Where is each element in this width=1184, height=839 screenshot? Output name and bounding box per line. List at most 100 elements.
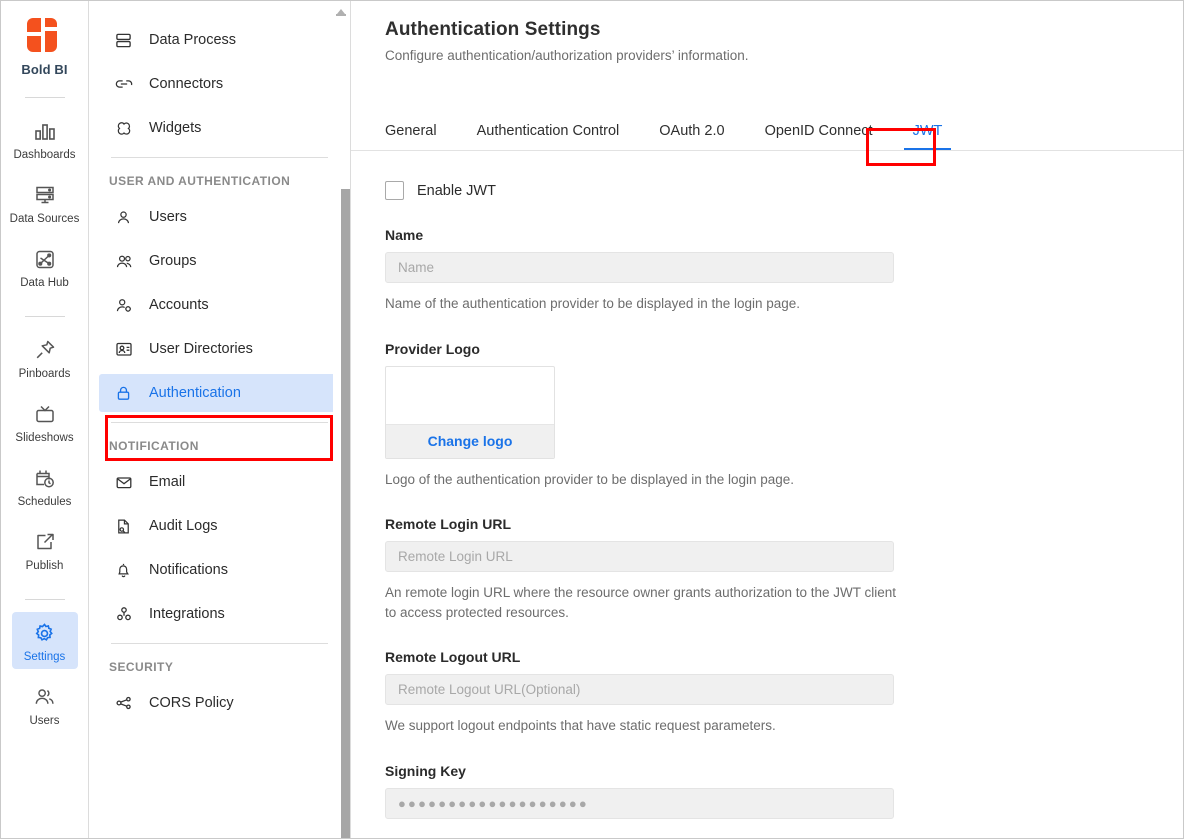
signing-key-input[interactable]: ●●●●●●●●●●●●●●●●●●● bbox=[385, 788, 894, 819]
signing-key-masked-value: ●●●●●●●●●●●●●●●●●●● bbox=[398, 796, 589, 811]
jwt-settings-form: Enable JWT Name Name Name of the authent… bbox=[385, 151, 1183, 819]
menu-item-authentication[interactable]: Authentication bbox=[99, 374, 340, 412]
tab-bar: General Authentication Control OAuth 2.0… bbox=[385, 109, 1183, 151]
name-input[interactable]: Name bbox=[385, 252, 894, 283]
menu-item-data-process[interactable]: Data Process bbox=[99, 21, 340, 59]
menu-item-audit-logs[interactable]: Audit Logs bbox=[99, 507, 340, 545]
remote-logout-url-help-text: We support logout endpoints that have st… bbox=[385, 716, 905, 736]
page-subtitle: Configure authentication/authorization p… bbox=[385, 48, 1183, 63]
provider-logo-preview bbox=[386, 367, 554, 424]
settings-menu-panel: Data Process Connectors Widgets bbox=[89, 1, 351, 838]
menu-item-groups[interactable]: Groups bbox=[99, 242, 340, 280]
link-icon bbox=[115, 74, 137, 94]
rail-label: Dashboards bbox=[13, 149, 75, 161]
tab-general[interactable]: General bbox=[385, 123, 437, 151]
tab-jwt[interactable]: JWT bbox=[913, 123, 943, 151]
menu-item-label: User Directories bbox=[149, 341, 253, 357]
menu-item-label: Data Process bbox=[149, 32, 236, 48]
tab-openid-connect[interactable]: OpenID Connect bbox=[765, 123, 873, 151]
name-help-text: Name of the authentication provider to b… bbox=[385, 294, 905, 314]
cors-icon bbox=[115, 693, 137, 713]
menu-item-widgets[interactable]: Widgets bbox=[99, 109, 340, 147]
rail-label: Slideshows bbox=[15, 432, 73, 444]
provider-logo-help-text: Logo of the authentication provider to b… bbox=[385, 470, 905, 490]
brand-label: Bold BI bbox=[21, 62, 67, 77]
account-gear-icon bbox=[115, 295, 137, 315]
rail-item-slideshows[interactable]: Slideshows bbox=[12, 393, 78, 450]
menu-item-label: Users bbox=[149, 209, 187, 225]
tab-oauth-2[interactable]: OAuth 2.0 bbox=[659, 123, 724, 151]
pin-icon bbox=[34, 337, 56, 363]
rail-divider-1 bbox=[25, 97, 65, 98]
widgets-icon bbox=[115, 118, 137, 138]
mail-icon bbox=[115, 472, 137, 492]
menu-item-connectors[interactable]: Connectors bbox=[99, 65, 340, 103]
menu-group-user-and-authentication: USER AND AUTHENTICATION bbox=[89, 162, 350, 192]
rail-label: Users bbox=[29, 715, 59, 727]
users-icon bbox=[33, 684, 56, 710]
main-content: Authentication Settings Configure authen… bbox=[351, 1, 1183, 838]
menu-item-notifications[interactable]: Notifications bbox=[99, 551, 340, 589]
menu-item-label: Integrations bbox=[149, 606, 225, 622]
menu-divider-2 bbox=[111, 422, 328, 423]
menu-group-notification: NOTIFICATION bbox=[89, 427, 350, 457]
rail-item-data-hub[interactable]: Data Hub bbox=[12, 238, 78, 295]
menu-item-user-directories[interactable]: User Directories bbox=[99, 330, 340, 368]
name-label: Name bbox=[385, 227, 1183, 243]
menu-item-email[interactable]: Email bbox=[99, 463, 340, 501]
rail-label: Pinboards bbox=[19, 368, 71, 380]
menu-item-label: Groups bbox=[149, 253, 197, 269]
rail-item-users[interactable]: Users bbox=[12, 676, 78, 733]
tab-authentication-control[interactable]: Authentication Control bbox=[477, 123, 620, 151]
menu-item-integrations[interactable]: Integrations bbox=[99, 595, 340, 633]
rail-item-settings[interactable]: Settings bbox=[12, 612, 78, 669]
audit-log-icon bbox=[115, 516, 137, 536]
change-logo-button[interactable]: Change logo bbox=[428, 433, 513, 449]
rail-label: Data Sources bbox=[10, 213, 80, 225]
rail-item-schedules[interactable]: Schedules bbox=[12, 457, 78, 514]
remote-logout-url-label: Remote Logout URL bbox=[385, 649, 1183, 665]
dashboards-icon bbox=[34, 118, 56, 144]
gear-icon bbox=[33, 620, 56, 646]
rail-item-pinboards[interactable]: Pinboards bbox=[12, 329, 78, 386]
brand[interactable]: Bold BI bbox=[21, 15, 67, 77]
menu-item-label: Authentication bbox=[149, 385, 241, 401]
menu-item-accounts[interactable]: Accounts bbox=[99, 286, 340, 324]
settings-menu: Data Process Connectors Widgets bbox=[89, 1, 350, 838]
menu-scrollbar[interactable] bbox=[333, 1, 350, 838]
remote-login-url-label: Remote Login URL bbox=[385, 516, 1183, 532]
remote-login-url-input[interactable]: Remote Login URL bbox=[385, 541, 894, 572]
primary-nav-rail: Bold BI Dashboards Data Sources bbox=[1, 1, 89, 838]
menu-item-label: Audit Logs bbox=[149, 518, 218, 534]
tv-icon bbox=[34, 401, 56, 427]
rail-label: Publish bbox=[26, 560, 64, 572]
rail-item-data-sources[interactable]: Data Sources bbox=[12, 174, 78, 231]
rail-item-publish[interactable]: Publish bbox=[12, 521, 78, 578]
integrations-icon bbox=[115, 604, 137, 624]
data-sources-icon bbox=[34, 182, 56, 208]
remote-logout-url-input[interactable]: Remote Logout URL(Optional) bbox=[385, 674, 894, 705]
menu-divider-1 bbox=[111, 157, 328, 158]
menu-item-cors-policy[interactable]: CORS Policy bbox=[99, 684, 340, 722]
rail-item-dashboards[interactable]: Dashboards bbox=[12, 110, 78, 167]
boldbi-logo-icon bbox=[24, 15, 64, 55]
enable-jwt-checkbox[interactable] bbox=[385, 181, 404, 200]
menu-item-label: Widgets bbox=[149, 120, 201, 136]
enable-jwt-row[interactable]: Enable JWT bbox=[385, 181, 1183, 200]
data-process-icon bbox=[115, 30, 137, 50]
scrollbar-thumb[interactable] bbox=[341, 189, 350, 838]
app-window: Bold BI Dashboards Data Sources bbox=[0, 0, 1184, 839]
calendar-clock-icon bbox=[34, 465, 56, 491]
publish-icon bbox=[34, 529, 56, 555]
page-title: Authentication Settings bbox=[385, 19, 1183, 41]
signing-key-label: Signing Key bbox=[385, 763, 1183, 779]
menu-item-users[interactable]: Users bbox=[99, 198, 340, 236]
bell-icon bbox=[115, 560, 137, 580]
menu-item-label: Email bbox=[149, 474, 185, 490]
menu-item-label: Notifications bbox=[149, 562, 228, 578]
group-icon bbox=[115, 251, 137, 271]
user-directory-icon bbox=[115, 339, 137, 359]
menu-item-label: Accounts bbox=[149, 297, 209, 313]
data-hub-icon bbox=[34, 246, 56, 272]
menu-divider-3 bbox=[111, 643, 328, 644]
